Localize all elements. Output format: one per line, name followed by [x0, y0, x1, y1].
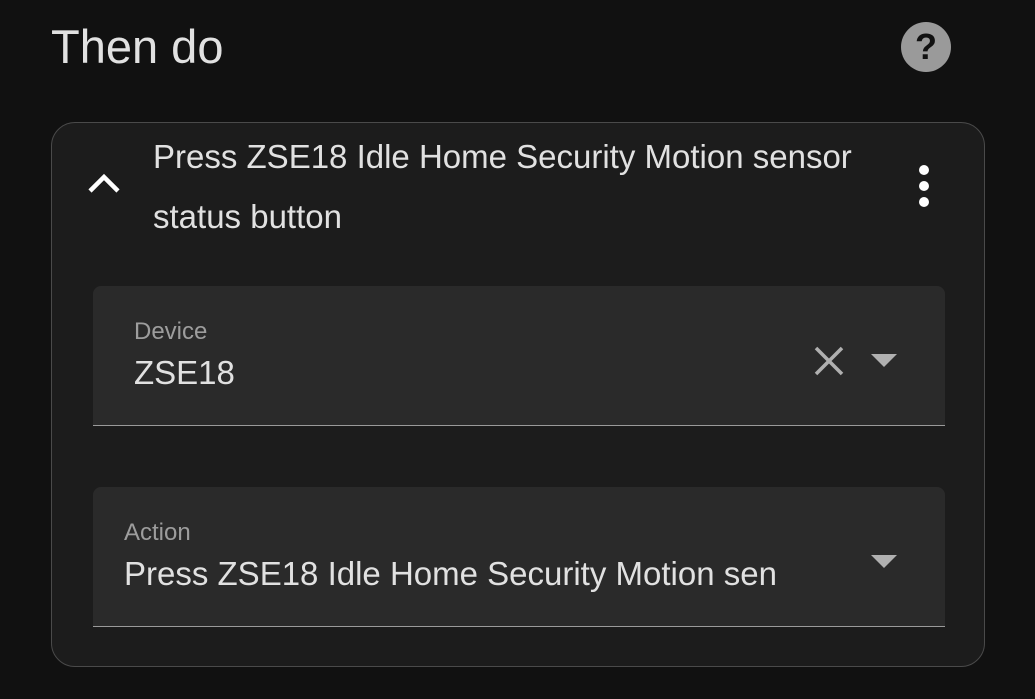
action-field[interactable]: Action Press ZSE18 Idle Home Security Mo…: [93, 487, 945, 627]
dots-vertical-icon[interactable]: [904, 161, 944, 211]
menu-down-icon[interactable]: [869, 552, 899, 570]
action-card-title[interactable]: Press ZSE18 Idle Home Security Motion se…: [153, 127, 853, 247]
section-title: Then do: [51, 20, 224, 73]
help-icon[interactable]: ?: [901, 22, 951, 72]
device-field-value: ZSE18: [134, 354, 235, 391]
close-icon[interactable]: [811, 343, 847, 379]
chevron-up-icon[interactable]: [82, 163, 126, 207]
action-card: Press ZSE18 Idle Home Security Motion se…: [51, 122, 985, 667]
action-field-value: Press ZSE18 Idle Home Security Motion se…: [124, 555, 777, 592]
action-field-label: Action: [124, 519, 191, 546]
device-field[interactable]: Device ZSE18: [93, 286, 945, 426]
device-field-label: Device: [134, 318, 208, 345]
menu-down-icon[interactable]: [869, 351, 899, 369]
